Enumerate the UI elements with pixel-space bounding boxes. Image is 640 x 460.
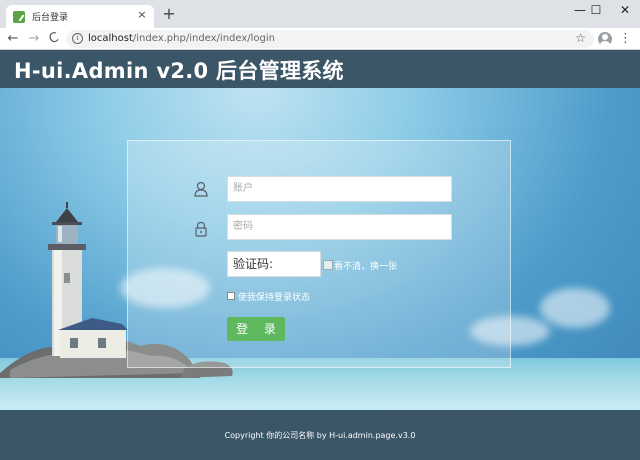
tab-title: 后台登录 — [32, 13, 69, 23]
back-icon[interactable]: ← — [5, 30, 21, 48]
site-header: H-ui.Admin v2.0 后台管理系统 — [0, 50, 640, 88]
page: H-ui.Admin v2.0 后台管理系统 账户 密码 验证码: 看不清，换一… — [0, 50, 640, 460]
url-path: /index.php/index/index/login — [132, 33, 276, 44]
password-input[interactable]: 密码 — [227, 214, 452, 240]
reload-icon[interactable]: C — [43, 28, 64, 50]
info-icon[interactable]: i — [72, 33, 83, 44]
captcha-image[interactable] — [323, 260, 333, 270]
browser-tab-strip: 后台登录 × + — ☐ ✕ — [0, 0, 640, 28]
site-footer: Copyright 你的公司名称 by H-ui.admin.page.v3.0 — [0, 410, 640, 460]
remember-checkbox[interactable] — [227, 292, 235, 300]
browser-menu-icon[interactable]: ⋮ — [619, 31, 632, 47]
account-input[interactable]: 账户 — [227, 176, 452, 202]
favicon-icon — [13, 11, 25, 23]
captcha-refresh-link[interactable]: 看不清，换一张 — [334, 259, 397, 272]
forward-icon[interactable]: → — [26, 30, 42, 48]
remember-label: 使我保持登录状态 — [238, 293, 311, 303]
site-title: H-ui.Admin v2.0 后台管理系统 — [14, 59, 344, 83]
login-button[interactable]: 登 录 — [227, 317, 285, 341]
url-host: localhost — [88, 33, 133, 44]
profile-avatar-icon[interactable] — [598, 32, 612, 46]
tab-close-icon[interactable]: × — [135, 8, 149, 22]
captcha-input[interactable]: 验证码: — [227, 251, 321, 277]
close-window-icon[interactable]: ✕ — [605, 0, 640, 20]
cloud-decoration — [540, 288, 610, 328]
browser-toolbar: ← → C i localhost/index.php/index/index/… — [0, 28, 640, 50]
browser-tab[interactable]: 后台登录 × — [6, 5, 154, 28]
bookmark-star-icon[interactable]: ☆ — [575, 31, 586, 45]
copyright-text: Copyright 你的公司名称 by H-ui.admin.page.v3.0 — [224, 431, 416, 440]
url-text: localhost/index.php/index/index/login — [88, 33, 275, 44]
new-tab-icon[interactable]: + — [160, 5, 178, 23]
address-bar[interactable]: i localhost/index.php/index/index/login … — [66, 30, 594, 48]
lock-icon — [195, 221, 207, 237]
user-icon — [194, 181, 208, 197]
